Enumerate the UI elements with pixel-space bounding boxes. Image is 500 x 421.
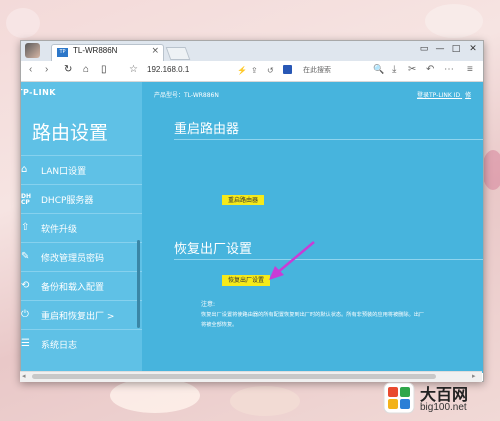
sidebar-item-password[interactable]: ✎ 修改管理员密码	[21, 242, 142, 271]
avatar[interactable]	[25, 43, 40, 58]
note-text: 恢复出厂设置将使路由器的所有配置恢复到出厂时的默认状态。所有非预装的应用将被删除…	[201, 312, 425, 318]
sidebar-item-reboot-reset[interactable]: ⏻ 重启和恢复出厂 >	[21, 300, 142, 329]
download-icon[interactable]: ⤓	[392, 64, 396, 75]
tools-icon[interactable]: ⋯	[444, 64, 454, 75]
blossom-decoration	[6, 8, 40, 38]
pointer-arrow-icon	[269, 241, 315, 280]
new-tab-button[interactable]	[165, 47, 191, 60]
sidebar-item-upgrade[interactable]: ⇧ 软件升级	[21, 213, 142, 242]
restart-router-button[interactable]: 重启路由器	[222, 195, 264, 205]
bookmark-star-icon[interactable]: ☆	[129, 64, 138, 75]
model-label: 产品型号：TL-WR886N	[154, 92, 219, 99]
minimize-icon[interactable]: —	[433, 44, 447, 54]
pencil-icon: ✎	[21, 251, 30, 262]
sidebar-item-backup[interactable]: ⟲ 备份和载入配置	[21, 271, 142, 300]
restore-icon[interactable]: ▭	[417, 44, 431, 54]
sidebar-item-dhcp[interactable]: DH CP DHCP服务器	[21, 184, 142, 213]
section-divider	[174, 259, 483, 260]
sidebar-item-label: LAN口设置	[41, 167, 87, 177]
tplink-logo: TP-LINK	[20, 88, 56, 97]
watermark: 大百网 big100.net	[383, 380, 493, 418]
note-text: 将被全部恢复。	[201, 322, 238, 328]
sidebar-item-syslog[interactable]: ☰ 系统日志	[21, 329, 142, 358]
reset-section-title: 恢复出厂设置	[174, 242, 253, 257]
list-icon: ☰	[21, 338, 30, 349]
cut-icon[interactable]: ✂	[408, 64, 416, 75]
menu-icon[interactable]: ≡	[467, 64, 473, 75]
blossom-decoration	[230, 386, 300, 416]
dhcp-icon: DH CP	[21, 193, 32, 206]
sidebar-item-label: 修改管理员密码	[41, 254, 105, 264]
scrollbar-thumb[interactable]	[32, 374, 436, 379]
tab-title: TL-WR886N	[73, 46, 118, 55]
sidebar-title: 路由设置	[32, 122, 109, 144]
blossom-decoration	[482, 150, 500, 190]
watermark-logo-icon	[383, 382, 415, 414]
reload-icon[interactable]: ↻	[64, 64, 72, 75]
scroll-left-icon[interactable]: ◂	[22, 372, 26, 380]
restart-section-title: 重启路由器	[174, 122, 240, 137]
router-page: TP-LINK 路由设置 ⌂ LAN口设置 DH CP DHCP服务器 ⇧ 软件升…	[21, 82, 483, 373]
search-placeholder: 在此搜索	[303, 67, 331, 74]
login-link-text: 登录TP-LINK ID	[417, 92, 461, 99]
lightning-icon[interactable]: ⚡	[237, 66, 247, 75]
browser-window: TP TL-WR886N × ▭ — □ ✕ ‹ › ↻ ⌂ ▯ ☆ 192.1…	[20, 40, 484, 382]
sidebar-item-label: 软件升级	[41, 225, 78, 235]
sidebar-item-label: 系统日志	[41, 341, 78, 351]
tab-router[interactable]: TP TL-WR886N ×	[51, 44, 164, 61]
sidebar: TP-LINK 路由设置 ⌂ LAN口设置 DH CP DHCP服务器 ⇧ 软件升…	[21, 82, 142, 373]
sidebar-item-lan[interactable]: ⌂ LAN口设置	[21, 155, 142, 184]
blossom-decoration	[110, 378, 200, 413]
home-icon[interactable]: ⌂	[83, 64, 89, 75]
factory-reset-button[interactable]: 恢复出厂设置	[222, 275, 270, 286]
blossom-decoration	[425, 4, 483, 38]
scroll-right-icon[interactable]: ▸	[472, 372, 476, 380]
watermark-url: big100.net	[420, 402, 467, 413]
note-label: 注意:	[201, 301, 216, 308]
share-icon[interactable]: ⇪	[251, 66, 258, 75]
forward-icon[interactable]: ›	[45, 64, 48, 75]
sidebar-item-label: 重启和恢复出厂 >	[41, 312, 115, 322]
maximize-icon[interactable]: □	[449, 44, 463, 54]
home-icon: ⌂	[21, 164, 28, 175]
undo-icon[interactable]: ↶	[426, 64, 434, 75]
search-input[interactable]: 在此搜索	[283, 64, 363, 77]
address-bar[interactable]: 192.168.0.1	[147, 65, 189, 74]
sidebar-item-label: 备份和载入配置	[41, 283, 105, 293]
sidebar-scrollbar[interactable]	[137, 240, 140, 328]
sidebar-item-label: DHCP服务器	[41, 196, 94, 206]
power-icon: ⏻	[21, 309, 29, 320]
login-tplink-id-link[interactable]: 登录TP-LINK ID 修	[417, 90, 471, 99]
close-icon[interactable]: ✕	[466, 44, 480, 54]
tab-bar: TP TL-WR886N × ▭ — □ ✕	[21, 41, 483, 61]
toolbar: ‹ › ↻ ⌂ ▯ ☆ 192.168.0.1 ⚡ ⇪ ↺ 在此搜索 🔍 ⤓ ✂…	[21, 61, 483, 82]
section-divider	[174, 139, 483, 140]
tplink-favicon-icon: TP	[57, 48, 68, 57]
close-tab-icon[interactable]: ×	[151, 46, 159, 56]
login-link-extra: 修	[465, 92, 472, 99]
search-engine-icon[interactable]	[283, 65, 292, 74]
search-icon[interactable]: 🔍	[373, 64, 384, 75]
back-icon[interactable]: ‹	[29, 64, 32, 75]
reader-icon[interactable]: ▯	[101, 64, 107, 75]
upload-icon: ⇧	[21, 222, 30, 233]
sync-icon[interactable]: ↺	[267, 66, 274, 75]
backup-icon: ⟲	[21, 280, 30, 291]
